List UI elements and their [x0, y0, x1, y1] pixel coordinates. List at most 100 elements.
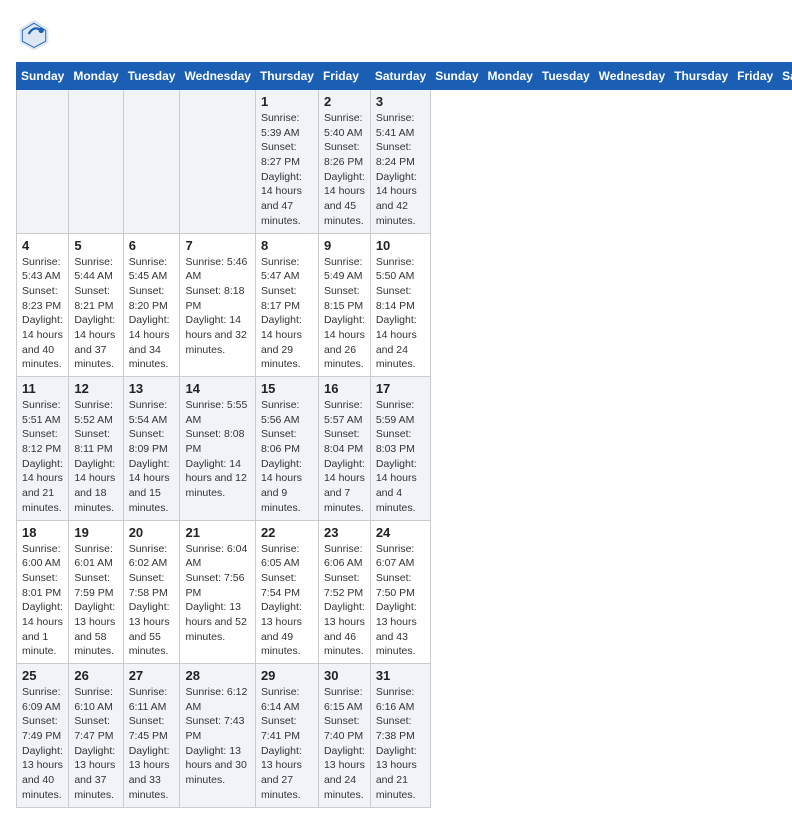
day-number: 19	[74, 525, 117, 540]
calendar-cell: 26 Sunrise: 6:10 AMSunset: 7:47 PMDayligh…	[69, 664, 123, 808]
day-info: Sunrise: 5:49 AMSunset: 8:15 PMDaylight:…	[324, 255, 365, 373]
day-number: 2	[324, 94, 365, 109]
day-number: 25	[22, 668, 63, 683]
day-number: 22	[261, 525, 313, 540]
weekday-header-saturday: Saturday	[370, 63, 430, 90]
calendar-cell: 22 Sunrise: 6:05 AMSunset: 7:54 PMDayligh…	[255, 520, 318, 664]
day-info: Sunrise: 5:45 AMSunset: 8:20 PMDaylight:…	[129, 255, 175, 373]
calendar-cell: 15 Sunrise: 5:56 AMSunset: 8:06 PMDayligh…	[255, 377, 318, 521]
calendar-cell: 23Sunrise: 6:06 AMSunset: 7:52 PMDayligh…	[318, 520, 370, 664]
day-info: Sunrise: 5:40 AMSunset: 8:26 PMDaylight:…	[324, 111, 365, 229]
calendar-cell: 6 Sunrise: 5:45 AMSunset: 8:20 PMDaylight…	[123, 233, 180, 377]
calendar-cell	[69, 90, 123, 234]
day-info: Sunrise: 5:50 AMSunset: 8:14 PMDaylight:…	[376, 255, 425, 373]
day-number: 15	[261, 381, 313, 396]
day-info: Sunrise: 5:46 AMSunset: 8:18 PMDaylight:…	[185, 255, 249, 358]
calendar-week-row: 11 Sunrise: 5:51 AMSunset: 8:12 PMDayligh…	[17, 377, 792, 521]
day-info: Sunrise: 6:05 AMSunset: 7:54 PMDaylight:…	[261, 542, 313, 660]
day-info: Sunrise: 5:51 AMSunset: 8:12 PMDaylight:…	[22, 398, 63, 516]
day-number: 10	[376, 238, 425, 253]
day-info: Sunrise: 6:06 AMSunset: 7:52 PMDaylight:…	[324, 542, 365, 660]
weekday-header: Monday	[483, 63, 537, 90]
day-info: Sunrise: 6:00 AMSunset: 8:01 PMDaylight:…	[22, 542, 63, 660]
day-number: 29	[261, 668, 313, 683]
weekday-header: Wednesday	[594, 63, 669, 90]
day-info: Sunrise: 6:09 AMSunset: 7:49 PMDaylight:…	[22, 685, 63, 803]
weekday-header-tuesday: Tuesday	[123, 63, 180, 90]
day-number: 12	[74, 381, 117, 396]
calendar-cell: 3Sunrise: 5:41 AMSunset: 8:24 PMDaylight…	[370, 90, 430, 234]
calendar-cell: 5Sunrise: 5:44 AMSunset: 8:21 PMDaylight…	[69, 233, 123, 377]
calendar-cell: 7 Sunrise: 5:46 AMSunset: 8:18 PMDaylight…	[180, 233, 255, 377]
day-number: 8	[261, 238, 313, 253]
day-number: 17	[376, 381, 425, 396]
calendar-cell: 29 Sunrise: 6:14 AMSunset: 7:41 PMDayligh…	[255, 664, 318, 808]
day-info: Sunrise: 5:57 AMSunset: 8:04 PMDaylight:…	[324, 398, 365, 516]
calendar-cell: 2 Sunrise: 5:40 AMSunset: 8:26 PMDaylight…	[318, 90, 370, 234]
weekday-header: Tuesday	[537, 63, 594, 90]
calendar-week-row: 4 Sunrise: 5:43 AMSunset: 8:23 PMDaylight…	[17, 233, 792, 377]
day-info: Sunrise: 6:10 AMSunset: 7:47 PMDaylight:…	[74, 685, 117, 803]
day-info: Sunrise: 5:39 AMSunset: 8:27 PMDaylight:…	[261, 111, 313, 229]
day-info: Sunrise: 5:55 AMSunset: 8:08 PMDaylight:…	[185, 398, 249, 501]
calendar-cell: 24 Sunrise: 6:07 AMSunset: 7:50 PMDayligh…	[370, 520, 430, 664]
weekday-header-thursday: Thursday	[255, 63, 318, 90]
calendar-week-row: 1 Sunrise: 5:39 AMSunset: 8:27 PMDaylight…	[17, 90, 792, 234]
calendar-week-row: 18 Sunrise: 6:00 AMSunset: 8:01 PMDayligh…	[17, 520, 792, 664]
calendar-cell: 30Sunrise: 6:15 AMSunset: 7:40 PMDayligh…	[318, 664, 370, 808]
day-number: 16	[324, 381, 365, 396]
day-number: 18	[22, 525, 63, 540]
weekday-header-friday: Friday	[318, 63, 370, 90]
weekday-header: Sunday	[431, 63, 483, 90]
logo-icon	[16, 16, 52, 52]
day-number: 7	[185, 238, 249, 253]
calendar-cell: 21Sunrise: 6:04 AMSunset: 7:56 PMDayligh…	[180, 520, 255, 664]
weekday-header-wednesday: Wednesday	[180, 63, 255, 90]
calendar-cell: 8 Sunrise: 5:47 AMSunset: 8:17 PMDaylight…	[255, 233, 318, 377]
calendar-cell: 1 Sunrise: 5:39 AMSunset: 8:27 PMDaylight…	[255, 90, 318, 234]
day-number: 4	[22, 238, 63, 253]
day-info: Sunrise: 6:02 AMSunset: 7:58 PMDaylight:…	[129, 542, 175, 660]
weekday-header-sunday: Sunday	[17, 63, 69, 90]
calendar-cell: 27Sunrise: 6:11 AMSunset: 7:45 PMDayligh…	[123, 664, 180, 808]
calendar-cell: 19 Sunrise: 6:01 AMSunset: 7:59 PMDayligh…	[69, 520, 123, 664]
calendar-week-row: 25 Sunrise: 6:09 AMSunset: 7:49 PMDayligh…	[17, 664, 792, 808]
day-info: Sunrise: 5:54 AMSunset: 8:09 PMDaylight:…	[129, 398, 175, 516]
day-info: Sunrise: 6:07 AMSunset: 7:50 PMDaylight:…	[376, 542, 425, 660]
day-info: Sunrise: 5:56 AMSunset: 8:06 PMDaylight:…	[261, 398, 313, 516]
day-number: 21	[185, 525, 249, 540]
day-number: 5	[74, 238, 117, 253]
calendar-cell: 10 Sunrise: 5:50 AMSunset: 8:14 PMDayligh…	[370, 233, 430, 377]
calendar-cell: 18 Sunrise: 6:00 AMSunset: 8:01 PMDayligh…	[17, 520, 69, 664]
day-number: 30	[324, 668, 365, 683]
day-number: 1	[261, 94, 313, 109]
day-info: Sunrise: 6:01 AMSunset: 7:59 PMDaylight:…	[74, 542, 117, 660]
day-number: 28	[185, 668, 249, 683]
day-info: Sunrise: 6:14 AMSunset: 7:41 PMDaylight:…	[261, 685, 313, 803]
calendar-cell: 12 Sunrise: 5:52 AMSunset: 8:11 PMDayligh…	[69, 377, 123, 521]
calendar-cell: 4 Sunrise: 5:43 AMSunset: 8:23 PMDaylight…	[17, 233, 69, 377]
calendar-cell	[17, 90, 69, 234]
calendar-cell: 11 Sunrise: 5:51 AMSunset: 8:12 PMDayligh…	[17, 377, 69, 521]
day-number: 26	[74, 668, 117, 683]
calendar-cell: 14Sunrise: 5:55 AMSunset: 8:08 PMDayligh…	[180, 377, 255, 521]
day-number: 24	[376, 525, 425, 540]
day-number: 6	[129, 238, 175, 253]
logo	[16, 16, 56, 52]
day-info: Sunrise: 5:52 AMSunset: 8:11 PMDaylight:…	[74, 398, 117, 516]
day-info: Sunrise: 5:47 AMSunset: 8:17 PMDaylight:…	[261, 255, 313, 373]
day-info: Sunrise: 5:43 AMSunset: 8:23 PMDaylight:…	[22, 255, 63, 373]
day-info: Sunrise: 5:59 AMSunset: 8:03 PMDaylight:…	[376, 398, 425, 516]
calendar-cell: 16 Sunrise: 5:57 AMSunset: 8:04 PMDayligh…	[318, 377, 370, 521]
calendar-cell: 9Sunrise: 5:49 AMSunset: 8:15 PMDaylight…	[318, 233, 370, 377]
weekday-header-monday: Monday	[69, 63, 123, 90]
calendar-cell: 25 Sunrise: 6:09 AMSunset: 7:49 PMDayligh…	[17, 664, 69, 808]
day-number: 11	[22, 381, 63, 396]
calendar-header-row: SundayMondayTuesdayWednesdayThursdayFrid…	[17, 63, 792, 90]
calendar-table: SundayMondayTuesdayWednesdayThursdayFrid…	[16, 62, 792, 808]
calendar-cell	[123, 90, 180, 234]
weekday-header: Friday	[733, 63, 778, 90]
weekday-header: Saturday	[778, 63, 792, 90]
calendar-cell: 31Sunrise: 6:16 AMSunset: 7:38 PMDayligh…	[370, 664, 430, 808]
day-info: Sunrise: 5:41 AMSunset: 8:24 PMDaylight:…	[376, 111, 425, 229]
